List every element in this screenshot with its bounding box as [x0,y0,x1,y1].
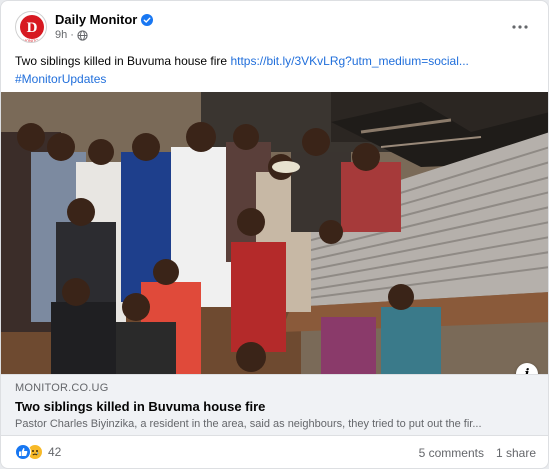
separator-dot: · [70,29,74,41]
post-photo[interactable]: i [1,92,548,374]
page-avatar[interactable]: D MONITOR [15,11,47,43]
engagement-counts: 5 comments 1 share [419,446,536,460]
page-name[interactable]: Daily Monitor [55,12,154,27]
post-header: D MONITOR Daily Monitor 9h · [15,11,536,43]
link-preview[interactable]: MONITOR.CO.UG Two siblings killed in Buv… [1,374,548,436]
facebook-post: D MONITOR Daily Monitor 9h · Two sibling… [0,0,549,469]
hashtag-link[interactable]: #MonitorUpdates [15,72,106,86]
svg-text:MONITOR: MONITOR [23,38,42,43]
globe-icon [77,29,88,41]
link-domain: MONITOR.CO.UG [15,382,109,394]
post-footer: 42 5 comments 1 share [15,444,536,464]
like-reaction-icon [15,444,31,460]
shares-count[interactable]: 1 share [496,446,536,460]
post-text: Two siblings killed in Buvuma house fire… [15,52,535,88]
daily-monitor-logo: D MONITOR [20,15,44,43]
more-options-button[interactable] [506,13,534,41]
page-name-text[interactable]: Daily Monitor [55,12,137,27]
post-link[interactable]: https://bit.ly/3VKvLRg?utm_medium=social… [230,54,468,68]
post-text-main: Two siblings killed in Buvuma house fire [15,54,231,68]
comments-count[interactable]: 5 comments [419,446,484,460]
svg-text:D: D [27,20,38,36]
reaction-count[interactable]: 42 [48,445,61,459]
link-description: Pastor Charles Biyinzika, a resident in … [15,418,482,430]
fire-scene-photo [1,92,548,374]
reactions-summary[interactable]: 42 [15,444,61,460]
verified-badge-icon [141,13,154,26]
post-time[interactable]: 9h [55,29,67,41]
more-options-icon [512,25,528,29]
post-meta: 9h · [55,29,88,41]
link-title[interactable]: Two siblings killed in Buvuma house fire [15,399,265,414]
